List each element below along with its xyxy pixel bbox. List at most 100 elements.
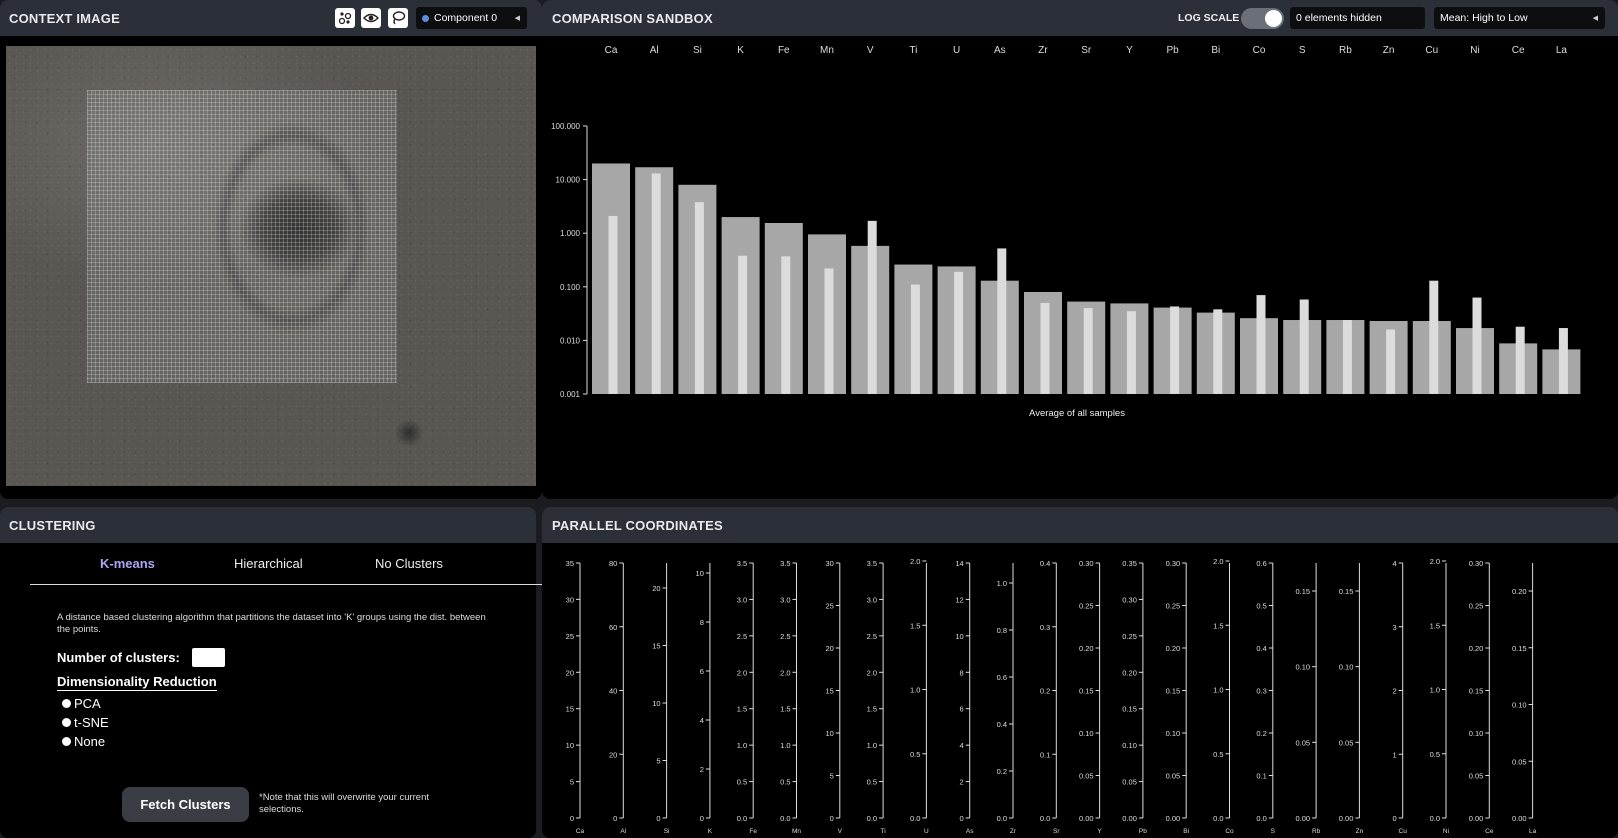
pc-tick-label: 0.15 (1469, 687, 1484, 696)
pc-tick-label: 0.5 (910, 750, 920, 759)
pc-axis-name: S (1271, 828, 1276, 835)
pc-tick-label: 0.10 (1079, 729, 1094, 738)
pc-axis-name: K (708, 828, 713, 835)
tab-kmeans[interactable]: K-means (100, 556, 155, 571)
pc-axis-name: Zn (1356, 828, 1364, 835)
y-tick-label: 10.000 (556, 176, 581, 185)
comparison-sandbox-panel: COMPARISON SANDBOX LOG SCALE 0 elements … (542, 0, 1618, 499)
x-category-label: Zr (1038, 45, 1048, 56)
pc-tick-label: 2.5 (737, 632, 747, 641)
pc-tick-label: 0.15 (1166, 687, 1181, 696)
fetch-clusters-button[interactable]: Fetch Clusters (122, 787, 249, 822)
lasso-icon[interactable] (388, 8, 408, 28)
bar-sample (1040, 302, 1050, 394)
hidden-elements-select[interactable]: 0 elements hidden (1290, 7, 1425, 29)
radio-label: t-SNE (74, 715, 109, 730)
pc-tick-label: 20 (609, 750, 617, 759)
pc-tick-label: 0.4 (997, 720, 1007, 729)
bar-sample (1083, 308, 1093, 394)
pc-tick-label: 0.5 (780, 778, 790, 787)
y-tick-label: 0.001 (560, 390, 581, 399)
x-category-label: Ti (909, 45, 917, 56)
radio-tsne[interactable]: t-SNE (62, 715, 109, 730)
pc-tick-label: 3 (1393, 623, 1397, 632)
pc-tick-label: 0.30 (1166, 559, 1181, 568)
sort-select[interactable]: Mean: High to Low ◀ (1434, 7, 1605, 29)
bar-sample (1126, 311, 1136, 394)
tab-no-clusters[interactable]: No Clusters (375, 556, 443, 571)
pc-tick-label: 0.0 (1040, 814, 1050, 823)
bar-sample (1558, 328, 1568, 394)
pc-tick-label: 0.20 (1469, 644, 1484, 653)
pc-tick-label: 15 (566, 705, 574, 714)
pc-tick-label: 1.5 (737, 705, 747, 714)
pc-axis-name: Cu (1399, 828, 1408, 835)
pc-tick-label: 10 (652, 699, 660, 708)
x-category-label: K (737, 45, 744, 56)
pc-axis-name: Zr (1010, 828, 1017, 835)
pc-tick-label: 25 (566, 632, 574, 641)
pc-axis-name: U (924, 828, 929, 835)
pc-tick-label: 0 (570, 814, 574, 823)
pc-tick-label: 0.10 (1166, 729, 1181, 738)
pc-tick-label: 0.20 (1079, 644, 1094, 653)
pc-tick-label: 1.0 (997, 579, 1007, 588)
dim-reduction-label: Dimensionality Reduction (57, 674, 217, 691)
pc-tick-label: 0.4 (1256, 644, 1266, 653)
bar-sample (738, 255, 748, 394)
pc-tick-label: 0.5 (1213, 750, 1223, 759)
pc-tick-label: 30 (825, 559, 833, 568)
pc-tick-label: 20 (825, 644, 833, 653)
pc-tick-label: 0.0 (910, 814, 920, 823)
pc-tick-label: 0.15 (1295, 587, 1310, 596)
num-clusters-label: Number of clusters: (57, 650, 180, 665)
pc-tick-label: 0.25 (1469, 602, 1484, 611)
bar-sample (1170, 306, 1180, 394)
pc-tick-label: 2.0 (737, 668, 747, 677)
pc-tick-label: 4 (700, 716, 704, 725)
pc-tick-label: 10 (696, 569, 704, 578)
pc-tick-label: 40 (609, 687, 617, 696)
pc-tick-label: 0.5 (737, 778, 747, 787)
context-image-panel: CONTEXT IMAGE Component 0 ◀ (0, 0, 542, 499)
y-tick-label: 0.010 (560, 336, 581, 345)
pc-tick-label: 0.05 (1166, 772, 1181, 781)
pc-tick-label: 2 (960, 778, 964, 787)
tab-hierarchical[interactable]: Hierarchical (234, 556, 303, 571)
points-icon[interactable] (335, 8, 355, 28)
pc-tick-label: 0.00 (1512, 814, 1527, 823)
bar-sample (867, 220, 877, 394)
pc-tick-label: 0.05 (1122, 778, 1137, 787)
pc-tick-label: 0.10 (1122, 741, 1137, 750)
pc-tick-label: 0.1 (1256, 772, 1266, 781)
bar-sample (608, 215, 618, 394)
radio-circle (62, 718, 71, 727)
pc-tick-label: 0.0 (1256, 814, 1266, 823)
chevron-down-icon: ◀ (514, 15, 520, 22)
pc-tick-label: 10 (566, 741, 574, 750)
pc-axis-name: Ce (1485, 828, 1494, 835)
y-tick-label: 1.000 (560, 229, 581, 238)
pc-tick-label: 5 (570, 778, 574, 787)
selection-grid-overlay[interactable] (87, 90, 397, 383)
toggle-knob (1265, 10, 1282, 27)
pc-tick-label: 0.35 (1122, 559, 1137, 568)
pc-tick-label: 1.0 (780, 741, 790, 750)
pc-tick-label: 0.15 (1512, 644, 1527, 653)
log-scale-toggle[interactable] (1241, 8, 1284, 29)
x-category-label: Pb (1166, 45, 1179, 56)
chevron-down-icon: ◀ (1592, 15, 1598, 22)
pc-tick-label: 0.0 (1213, 814, 1223, 823)
eye-icon[interactable] (361, 8, 381, 28)
pc-tick-label: 10 (955, 632, 963, 641)
pc-tick-label: 3.5 (867, 559, 877, 568)
component-select[interactable]: Component 0 ◀ (416, 7, 527, 29)
x-category-label: Bi (1211, 45, 1220, 56)
pc-tick-label: 2.0 (867, 668, 877, 677)
panel-title: COMPARISON SANDBOX (552, 10, 713, 26)
x-category-label: Y (1126, 45, 1133, 56)
pc-axis-name: Co (1225, 828, 1234, 835)
num-clusters-input[interactable] (192, 648, 225, 667)
radio-pca[interactable]: PCA (62, 696, 101, 711)
radio-none[interactable]: None (62, 734, 105, 749)
